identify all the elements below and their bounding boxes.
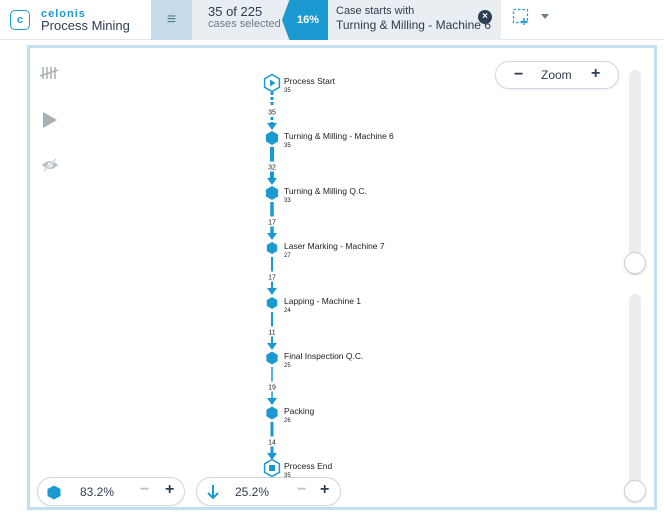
selection-frame-icon[interactable] (512, 8, 530, 26)
process-start-label: Process Start (284, 76, 336, 86)
activity-count: 33 (284, 198, 291, 204)
zoom-out-button[interactable]: − (514, 67, 523, 83)
activity-label: Laser Marking - Machine 7 (284, 241, 385, 251)
activity-label: Turning & Milling Q.C. (284, 186, 367, 196)
connection-count: 11 (268, 330, 275, 337)
top-bar: c celonis Process Mining ≡ 35 of 225 cas… (0, 0, 664, 40)
connection-arrowhead (267, 343, 277, 350)
activity-label: Turning & Milling - Machine 6 (284, 131, 394, 141)
case-selection[interactable]: 35 of 225 cases selected (192, 0, 290, 40)
activity-count: 26 (284, 418, 291, 424)
zoom-control: − Zoom + (495, 61, 619, 89)
process-explorer-canvas[interactable]: 35 32 17 17 11 19 14 Process Start 35 Turning & M… (27, 45, 657, 510)
activity-percent-control: 83.2% − + (37, 477, 185, 506)
arrow-down-icon (207, 485, 219, 500)
activity-count: 35 (284, 143, 291, 149)
activity-node (266, 406, 278, 420)
activity-node (266, 242, 278, 254)
activity-label: Lapping - Machine 1 (284, 296, 361, 306)
activity-node (266, 351, 278, 365)
zoom-label: Zoom (541, 68, 572, 82)
case-count-subtitle: cases selected (208, 18, 281, 30)
brand-text: celonis Process Mining (41, 8, 130, 32)
activity-count: 24 (284, 308, 291, 314)
hamburger-icon: ≡ (166, 11, 177, 28)
connection-count: 17 (268, 220, 276, 227)
activity-node (265, 131, 279, 145)
activity-slider-handle[interactable] (624, 252, 646, 274)
connection-count: 19 (268, 385, 276, 392)
zoom-in-button[interactable]: + (591, 66, 600, 82)
connection-arrowhead (267, 288, 277, 295)
connection-slider-track[interactable] (629, 294, 641, 492)
selection-percent-badge: 16% (282, 0, 328, 40)
connection-decrease-button[interactable]: − (297, 482, 306, 498)
activity-decrease-button[interactable]: − (140, 482, 149, 498)
stop-icon (269, 465, 275, 471)
connection-increase-button[interactable]: + (320, 482, 329, 498)
hexagon-icon (47, 485, 61, 500)
connection-arrowhead (267, 123, 277, 130)
activity-label: Packing (284, 406, 315, 416)
filter-title: Case starts with (336, 5, 415, 17)
connection-arrowhead (267, 398, 277, 405)
process-start-count: 35 (284, 88, 291, 94)
connection-arrowhead (267, 233, 277, 240)
process-end-label: Process End (284, 461, 332, 471)
connection-slider-handle[interactable] (624, 480, 646, 502)
activity-count: 25 (284, 363, 291, 369)
active-filter[interactable]: Case starts with Turning & Milling - Mac… (328, 0, 501, 40)
product-name: Process Mining (41, 18, 130, 33)
chevron-down-icon[interactable] (541, 14, 549, 20)
menu-button[interactable]: ≡ (151, 0, 192, 40)
activity-percent-value: 83.2% (80, 485, 115, 499)
process-map: 35 32 17 17 11 19 14 Process Start 35 Turning & M… (263, 73, 394, 479)
connection-count: 14 (268, 440, 276, 447)
activity-increase-button[interactable]: + (165, 482, 174, 498)
close-icon[interactable]: × (478, 10, 492, 24)
connection-count: 35 (268, 110, 276, 117)
case-count: 35 of 225 (208, 4, 263, 19)
activity-count: 27 (284, 253, 291, 259)
connection-arrowhead (267, 178, 277, 185)
activity-label: Final Inspection Q.C. (284, 351, 363, 361)
activity-node (266, 297, 278, 309)
activity-node (265, 186, 279, 200)
activity-slider-track[interactable] (629, 70, 641, 275)
connection-percent-value: 25.2% (235, 485, 270, 499)
filter-value: Turning & Milling - Machine 6 (336, 18, 491, 32)
celonis-logo-icon: c (10, 10, 30, 30)
brand[interactable]: c celonis Process Mining (10, 4, 130, 36)
connection-count: 32 (268, 165, 276, 172)
connection-percent-control: 25.2% − + (196, 477, 341, 506)
connection-count: 17 (268, 275, 276, 282)
